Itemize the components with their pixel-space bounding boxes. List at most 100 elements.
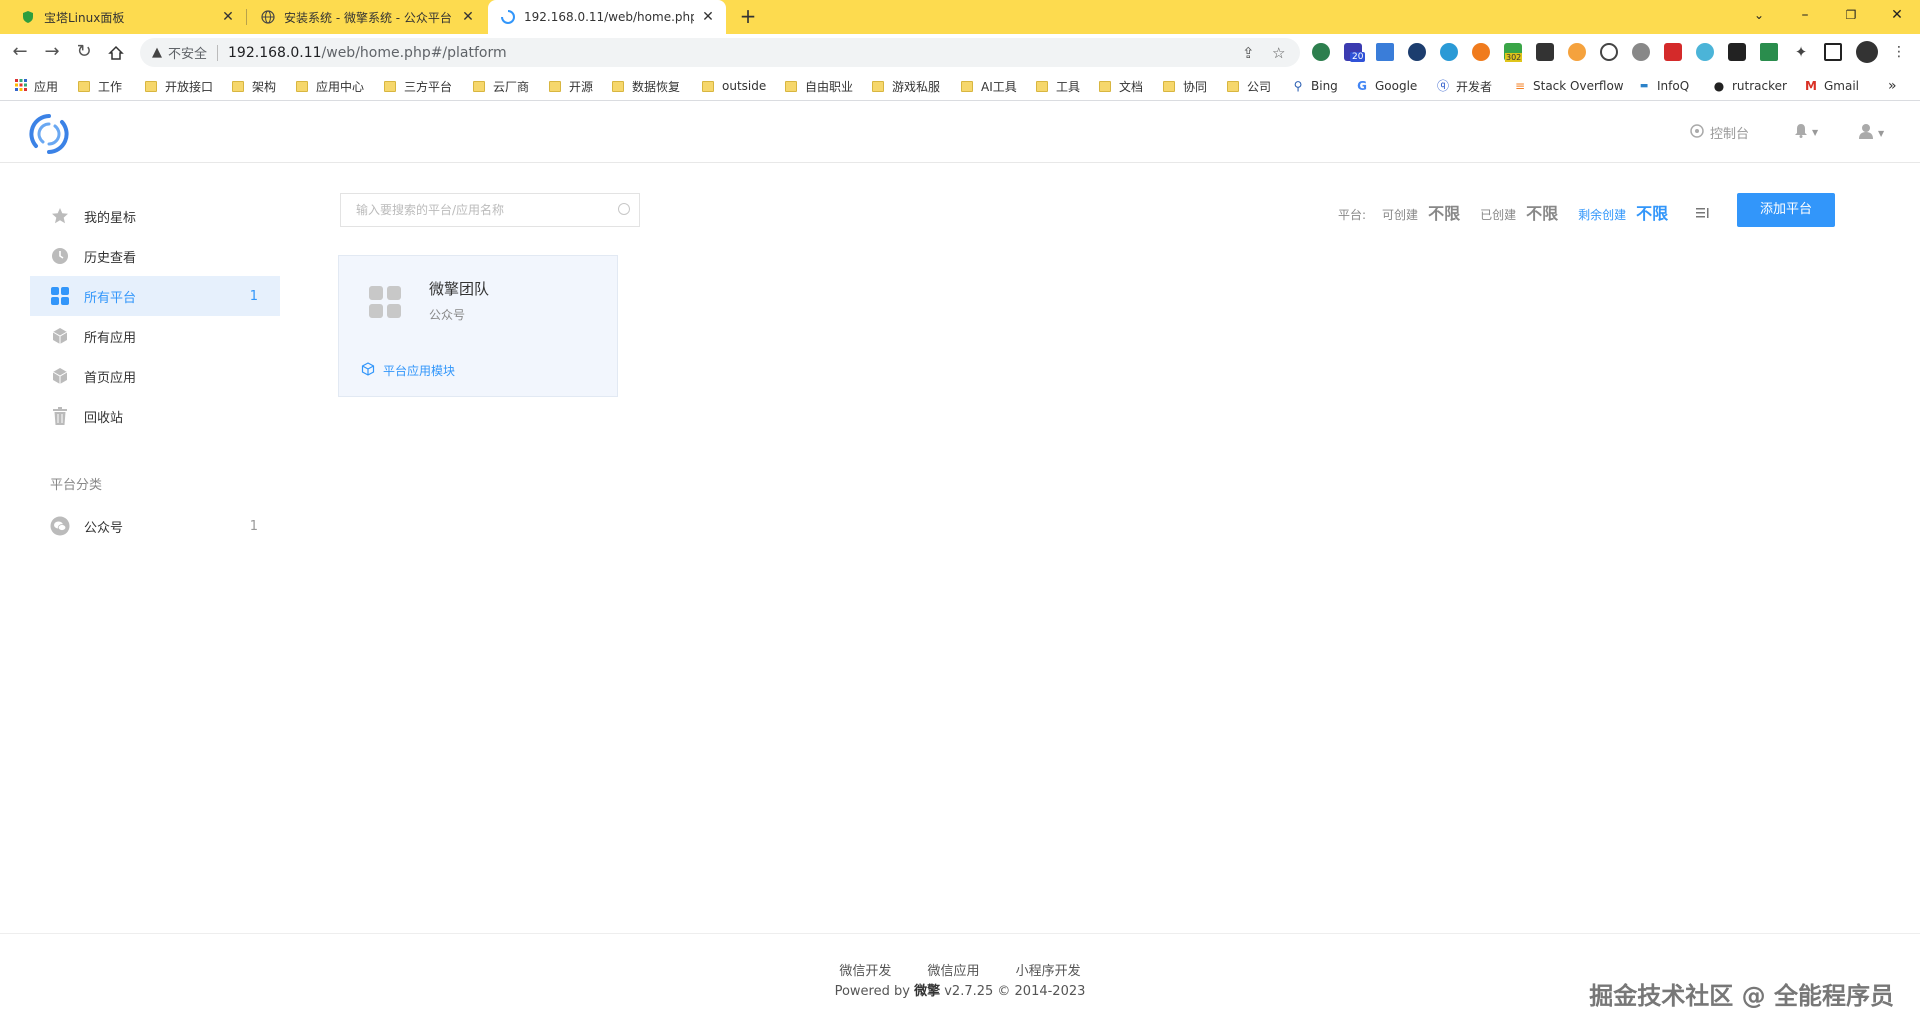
bookmark-folder[interactable]: 工作 (78, 77, 122, 95)
bell-icon (1794, 123, 1808, 142)
extension-x-icon[interactable] (1536, 43, 1554, 61)
bookmark-link[interactable]: ⓠ 开发者 (1436, 77, 1492, 95)
sidebar-category-wechat[interactable]: 公众号 1 (30, 506, 280, 546)
browser-menu-icon[interactable]: ⋮ (1890, 43, 1908, 61)
extension-check-icon[interactable] (1408, 43, 1426, 61)
restore-button[interactable]: ❐ (1828, 0, 1874, 30)
bookmark-folder[interactable]: 开源 (549, 77, 593, 95)
sidebar-item-home-apps[interactable]: 首页应用 (30, 356, 280, 396)
bookmark-folder[interactable]: 工具 (1036, 77, 1080, 95)
add-platform-button[interactable]: 添加平台 (1737, 193, 1835, 227)
extensions-puzzle-icon[interactable]: ✦ (1792, 43, 1810, 61)
reload-icon[interactable]: ↻ (72, 41, 96, 65)
extension-fe-icon[interactable] (1664, 43, 1682, 61)
profile-avatar[interactable] (1856, 41, 1878, 63)
bookmark-link[interactable]: ● rutracker (1712, 77, 1787, 95)
sidebar-item-starred[interactable]: 我的星标 (30, 196, 280, 236)
bookmark-folder[interactable]: 数据恢复 (612, 77, 680, 95)
share-icon[interactable]: ⇪ (1242, 44, 1255, 62)
folder-icon (702, 80, 714, 92)
folder-icon (961, 80, 973, 92)
address-bar[interactable]: ▲ 不安全 192.168.0.11 /web/home.php#/platfo… (140, 38, 1300, 67)
bookmark-link[interactable]: ⚲ Bing (1291, 77, 1338, 95)
extension-badge-icon[interactable]: 20 (1344, 43, 1366, 62)
notification-button[interactable]: ▼ (1794, 123, 1818, 142)
extension-gear-icon[interactable] (1632, 43, 1650, 61)
bookmark-folder[interactable]: 架构 (232, 77, 276, 95)
tab-search-icon[interactable]: ⌄ (1736, 0, 1782, 30)
extension-firefox-icon[interactable] (1568, 43, 1586, 61)
extension-dark-icon[interactable] (1728, 43, 1746, 61)
tab-close-icon[interactable]: ✕ (220, 9, 236, 25)
extension-shield-icon[interactable] (1696, 43, 1714, 61)
platform-card[interactable]: 微擎团队 公众号 平台应用模块 (338, 255, 618, 397)
bookmark-folder[interactable]: 公司 (1227, 77, 1271, 95)
bookmark-folder[interactable]: 应用中心 (296, 77, 364, 95)
extension-cloud-icon[interactable] (1440, 43, 1458, 61)
user-menu-button[interactable]: ▼ (1858, 123, 1884, 143)
sidebar-item-all-platforms[interactable]: 所有平台 1 (30, 276, 280, 316)
tab-close-icon[interactable]: ✕ (700, 9, 716, 25)
search-input[interactable]: 输入要搜索的平台/应用名称 (340, 193, 640, 227)
bookmark-label: 应用中心 (316, 79, 365, 94)
bookmark-label: 数据恢复 (632, 79, 681, 94)
extension-globe-icon[interactable] (1312, 43, 1330, 61)
sidebar-item-all-apps[interactable]: 所有应用 (30, 316, 280, 356)
extension-layers-icon[interactable] (1376, 43, 1394, 61)
watermark-text: 掘金技术社区 @ 全能程序员 (1589, 982, 1894, 1010)
tab-home-active[interactable]: 192.168.0.11/web/home.php# ✕ (488, 0, 726, 34)
powered-prefix: Powered by (834, 984, 915, 999)
minimize-button[interactable]: – (1782, 0, 1828, 30)
platform-modules-link[interactable]: 平台应用模块 (361, 362, 455, 379)
sidebar-item-history[interactable]: 历史查看 (30, 236, 280, 276)
bookmark-star-icon[interactable]: ☆ (1272, 44, 1285, 62)
forward-icon[interactable]: → (40, 41, 64, 65)
footer-link-wechat-apps[interactable]: 微信应用 (927, 964, 979, 979)
bookmark-link[interactable]: M Gmail (1804, 77, 1859, 95)
tab-install-system[interactable]: 安装系统 - 微擎系统 - 公众平台 ✕ (248, 0, 486, 34)
folder-icon (785, 80, 797, 92)
tab-close-icon[interactable]: ✕ (460, 9, 476, 25)
bookmark-folder[interactable]: 云厂商 (473, 77, 529, 95)
tab-title: 安装系统 - 微擎系统 - 公众平台 (284, 10, 452, 25)
extension-speed-icon[interactable] (1600, 43, 1618, 61)
bookmark-link[interactable]: ▬ InfoQ (1637, 77, 1689, 95)
we7-logo-icon[interactable] (28, 113, 70, 155)
search-icon[interactable] (618, 203, 630, 215)
wechat-icon (50, 516, 70, 536)
bookmark-folder[interactable]: 游戏私服 (872, 77, 940, 95)
folder-icon (1163, 80, 1175, 92)
back-icon[interactable]: ← (8, 41, 32, 65)
extension-orange-icon[interactable] (1472, 43, 1490, 61)
footer-link-wechat-dev[interactable]: 微信开发 (839, 964, 891, 979)
bookmark-folder[interactable]: 自由职业 (785, 77, 853, 95)
bookmark-folder[interactable]: 三方平台 (384, 77, 452, 95)
home-icon[interactable] (104, 41, 128, 65)
side-panel-icon[interactable] (1824, 43, 1842, 61)
bookmark-link[interactable]: ≡ Stack Overflow (1513, 77, 1624, 95)
bookmarks-more-button[interactable]: » (1888, 77, 1897, 95)
tab-separator (246, 9, 247, 25)
extension-vue-icon[interactable] (1760, 43, 1778, 61)
extension-302-icon[interactable]: 302 (1504, 43, 1523, 62)
sidebar-item-recycle-bin[interactable]: 回收站 (30, 396, 280, 436)
bookmark-folder[interactable]: outside (702, 77, 766, 95)
bookmark-folder[interactable]: 文档 (1099, 77, 1143, 95)
bookmark-apps[interactable]: 应用 (14, 77, 58, 95)
tab-bt-panel[interactable]: 宝塔Linux面板 ✕ (8, 0, 246, 34)
bookmark-folder[interactable]: 协同 (1163, 77, 1207, 95)
bookmark-label: 开发者 (1456, 79, 1493, 94)
bookmark-folder[interactable]: AI工具 (961, 77, 1017, 95)
bookmark-label: 云厂商 (493, 79, 530, 94)
sidebar-item-label: 首页应用 (84, 370, 137, 386)
bookmark-folder[interactable]: 开放接口 (145, 77, 213, 95)
close-window-button[interactable]: ✕ (1874, 0, 1920, 30)
footer-link-miniprogram-dev[interactable]: 小程序开发 (1016, 964, 1081, 979)
new-tab-button[interactable]: + (736, 5, 760, 29)
sort-list-icon[interactable] (1696, 204, 1710, 218)
stackoverflow-icon: ≡ (1514, 79, 1526, 93)
bookmark-link[interactable]: G Google (1355, 77, 1417, 95)
console-link[interactable]: 控制台 (1690, 123, 1749, 142)
folder-icon (384, 80, 396, 92)
platform-name[interactable]: 微擎团队 (429, 278, 489, 299)
